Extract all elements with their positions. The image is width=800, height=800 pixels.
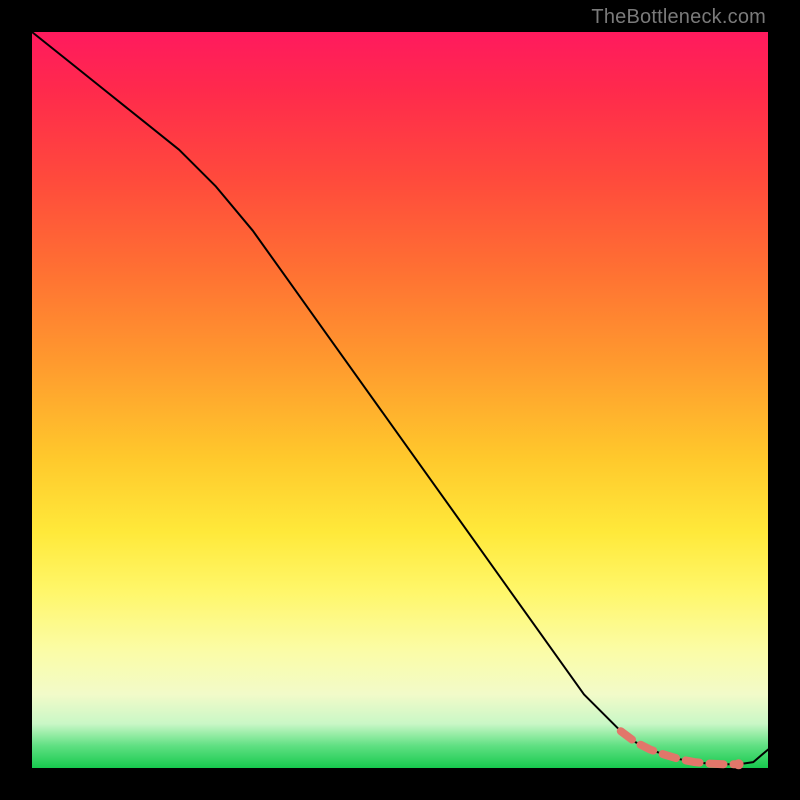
chart-svg: [32, 32, 768, 768]
bottleneck-end-dot: [734, 759, 744, 769]
watermark-text: TheBottleneck.com: [591, 6, 766, 29]
chart-frame: TheBottleneck.com: [0, 0, 800, 800]
bottleneck-curve-line: [32, 32, 768, 764]
bottleneck-range-line: [621, 731, 739, 764]
